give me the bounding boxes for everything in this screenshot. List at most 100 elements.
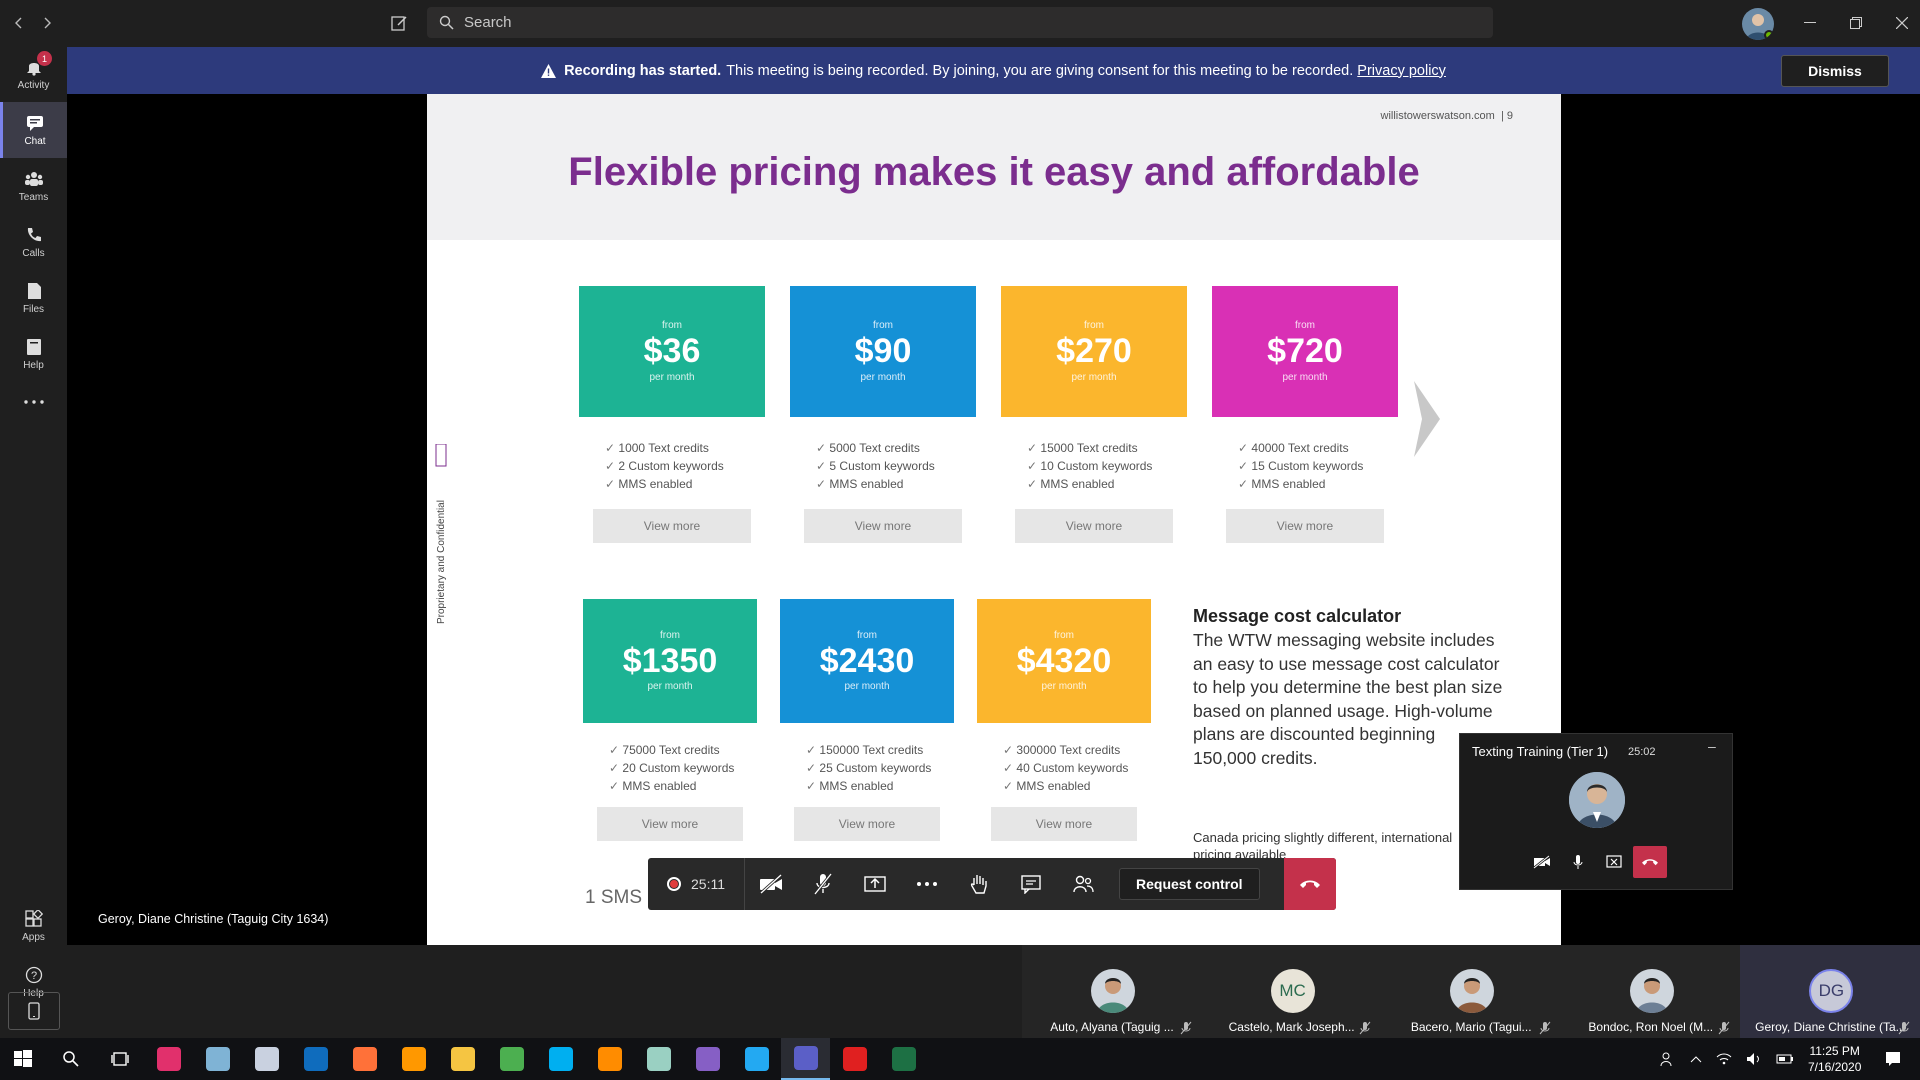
- share-screen-icon[interactable]: [849, 858, 901, 910]
- hang-up-icon[interactable]: [1284, 858, 1336, 910]
- restore-icon[interactable]: [1833, 0, 1879, 46]
- raise-hand-icon[interactable]: [953, 858, 1005, 910]
- next-arrow-icon: [1412, 379, 1442, 459]
- from-label: from: [662, 320, 682, 332]
- action-center-icon[interactable]: [1885, 1051, 1901, 1067]
- plan-feature: MMS enabled: [816, 475, 976, 493]
- paint-3d-app-icon[interactable]: [242, 1038, 291, 1080]
- teams-app-icon[interactable]: [781, 1038, 830, 1080]
- rail-item-calls[interactable]: Calls: [0, 214, 67, 270]
- compose-icon[interactable]: [385, 9, 413, 37]
- vscode-app-icon[interactable]: [732, 1038, 781, 1080]
- svg-text:?: ?: [30, 970, 36, 982]
- task-view-icon[interactable]: [95, 1038, 144, 1080]
- forward-arrow-icon[interactable]: [33, 9, 61, 37]
- outlook-app-icon[interactable]: [291, 1038, 340, 1080]
- per-month-label: per month: [647, 681, 693, 693]
- participants-icon[interactable]: [1057, 858, 1109, 910]
- plan-feature: 150000 Text credits: [806, 741, 954, 759]
- participant-tile[interactable]: DG Geroy, Diane Christine (Ta...: [1740, 945, 1920, 1038]
- people-icon[interactable]: [1660, 1051, 1676, 1067]
- back-arrow-icon[interactable]: [5, 9, 33, 37]
- plan-feature: 1000 Text credits: [605, 439, 765, 457]
- camera-off-icon[interactable]: [745, 858, 797, 910]
- search-tool-app-icon[interactable]: [585, 1038, 634, 1080]
- system-tray: 11:25 PM 7/16/2020: [1660, 1038, 1901, 1080]
- rail-item-chat[interactable]: Chat: [0, 102, 67, 158]
- per-month-label: per month: [1071, 371, 1117, 383]
- participant-tile[interactable]: Bacero, Mario (Tagui...: [1381, 945, 1561, 1038]
- camera-off-icon[interactable]: [1525, 846, 1559, 878]
- file-explorer-app-icon[interactable]: [438, 1038, 487, 1080]
- banner-message: This meeting is being recorded. By joini…: [726, 62, 1354, 79]
- recording-banner: Recording has started. This meeting is b…: [67, 47, 1920, 94]
- plan-features: 300000 Text credits40 Custom keywordsMMS…: [977, 723, 1151, 795]
- pricing-card: from$36per month1000 Text credits2 Custo…: [579, 286, 765, 556]
- excel-app-icon[interactable]: [879, 1038, 928, 1080]
- plan-features: 40000 Text credits15 Custom keywordsMMS …: [1212, 417, 1398, 493]
- from-label: from: [1295, 320, 1315, 332]
- recording-icon: [667, 877, 681, 891]
- plan-feature: 5 Custom keywords: [816, 457, 976, 475]
- skype-app-icon[interactable]: [536, 1038, 585, 1080]
- mic-icon[interactable]: [1561, 846, 1595, 878]
- card-price-header: from $1350 per month: [583, 599, 757, 723]
- app-rail: 1 Activity Chat Teams Calls Files Help A…: [0, 46, 67, 1038]
- from-label: from: [1084, 320, 1104, 332]
- rail-item-teams[interactable]: Teams: [0, 158, 67, 214]
- firefox-app-icon[interactable]: [340, 1038, 389, 1080]
- plan-feature: 5000 Text credits: [816, 439, 976, 457]
- cortana-search-icon[interactable]: [46, 1038, 95, 1080]
- notes-app-icon[interactable]: [634, 1038, 683, 1080]
- mini-meeting-window[interactable]: Texting Training (Tier 1) 25:02 –: [1459, 733, 1733, 890]
- participant-name: Geroy, Diane Christine (Ta...: [1755, 1020, 1906, 1034]
- stop-sharing-icon[interactable]: [1597, 846, 1631, 878]
- chrome-app-icon[interactable]: [487, 1038, 536, 1080]
- participant-tile[interactable]: Auto, Alyana (Taguig ...: [1022, 945, 1202, 1038]
- presence-available-icon: [1764, 30, 1774, 40]
- wifi-icon[interactable]: [1716, 1052, 1732, 1066]
- chevron-up-icon[interactable]: [1690, 1055, 1702, 1063]
- pricing-card: from$270per month15000 Text credits10 Cu…: [1001, 286, 1187, 556]
- rail-item-apps[interactable]: Apps: [0, 898, 67, 954]
- request-control-button[interactable]: Request control: [1119, 868, 1260, 900]
- clock-time: 11:25 PM: [1809, 1044, 1860, 1058]
- hang-up-icon[interactable]: [1633, 846, 1667, 878]
- dismiss-button[interactable]: Dismiss: [1781, 55, 1889, 87]
- paint-app-icon[interactable]: [193, 1038, 242, 1080]
- close-icon[interactable]: [1879, 0, 1920, 46]
- instagram-app-icon[interactable]: [144, 1038, 193, 1080]
- visual-studio-app-icon[interactable]: [683, 1038, 732, 1080]
- acrobat-app-icon[interactable]: [830, 1038, 879, 1080]
- chat-icon[interactable]: [1005, 858, 1057, 910]
- windows-start-icon[interactable]: [0, 1038, 46, 1080]
- sublime-text-app-icon[interactable]: [389, 1038, 438, 1080]
- taskbar-clock[interactable]: 11:25 PM 7/16/2020: [1808, 1043, 1861, 1075]
- view-more-button: View more: [794, 807, 940, 841]
- title-bar: Search: [0, 0, 1920, 46]
- per-month-label: per month: [649, 371, 695, 383]
- profile-avatar[interactable]: [1742, 8, 1774, 40]
- rail-item-activity[interactable]: 1 Activity: [0, 46, 67, 102]
- shared-slide: willistowerswatson.com | 9 Flexible pric…: [427, 94, 1561, 945]
- mobile-device-icon[interactable]: [8, 992, 60, 1030]
- privacy-policy-link[interactable]: Privacy policy: [1357, 63, 1446, 79]
- call-control-bar: 25:11 Request control: [648, 858, 1336, 910]
- mic-off-icon[interactable]: [797, 858, 849, 910]
- search-input[interactable]: Search: [427, 7, 1493, 38]
- participant-tile[interactable]: MC Castelo, Mark Joseph...: [1201, 945, 1382, 1038]
- battery-icon[interactable]: [1776, 1053, 1794, 1065]
- rail-item-files[interactable]: Files: [0, 270, 67, 326]
- mic-muted-icon: [1718, 1021, 1730, 1035]
- teams-icon: [24, 171, 43, 186]
- participant-tile[interactable]: Bondoc, Ron Noel (M...: [1560, 945, 1741, 1038]
- minimize-icon[interactable]: –: [1708, 738, 1716, 754]
- plan-feature: MMS enabled: [609, 777, 757, 795]
- plan-feature: 75000 Text credits: [609, 741, 757, 759]
- more-apps-icon[interactable]: [0, 382, 67, 422]
- more-options-icon[interactable]: [901, 858, 953, 910]
- volume-icon[interactable]: [1746, 1052, 1762, 1066]
- rail-item-help[interactable]: Help: [0, 326, 67, 382]
- confidential-side-label: Proprietary and Confidential: [433, 444, 449, 624]
- minimize-icon[interactable]: [1787, 0, 1833, 46]
